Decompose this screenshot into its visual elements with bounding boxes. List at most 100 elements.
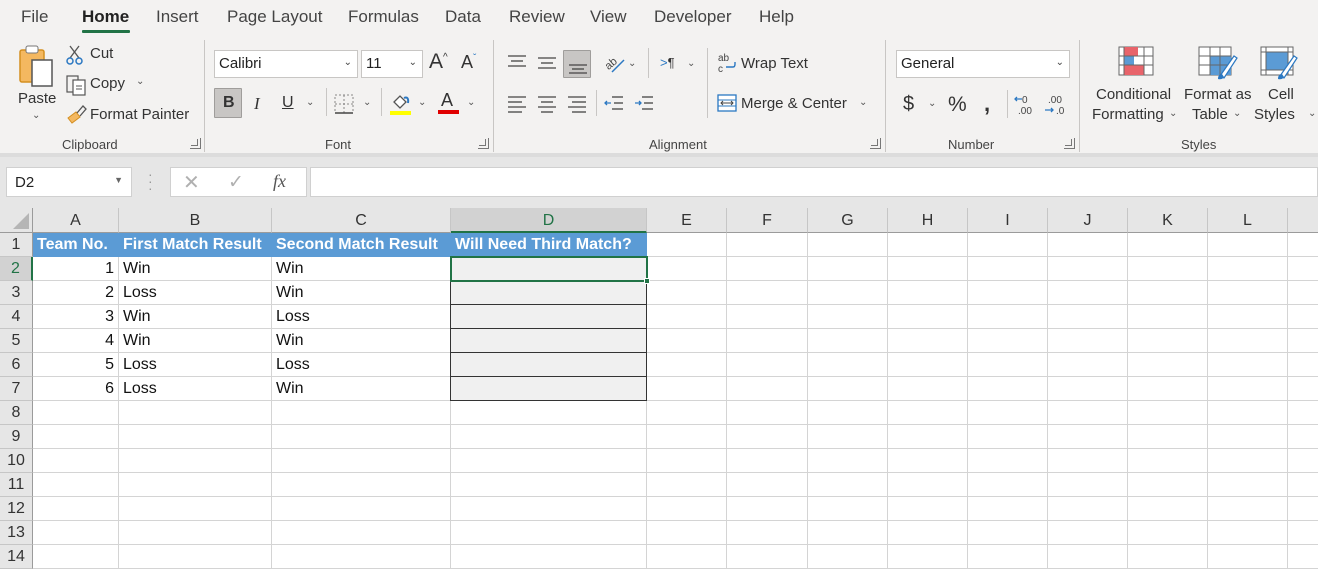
column-header-j[interactable]: J [1048, 208, 1128, 233]
column-header-c[interactable]: C [272, 208, 451, 233]
cell-d5[interactable] [450, 328, 647, 353]
cell-f10[interactable] [727, 449, 808, 473]
column-header-f[interactable]: F [727, 208, 808, 233]
cell-d9[interactable] [451, 425, 647, 449]
cell-d14[interactable] [451, 545, 647, 569]
cell-j3[interactable] [1048, 281, 1128, 305]
cell-m1[interactable] [1288, 233, 1318, 257]
cell-g1[interactable] [808, 233, 888, 257]
cell-f5[interactable] [727, 329, 808, 353]
cell-m5[interactable] [1288, 329, 1318, 353]
cell-k1[interactable] [1128, 233, 1208, 257]
cell-h3[interactable] [888, 281, 968, 305]
cell-d13[interactable] [451, 521, 647, 545]
cell-k4[interactable] [1128, 305, 1208, 329]
cell-b3[interactable]: Loss [119, 281, 272, 305]
cell-m4[interactable] [1288, 305, 1318, 329]
cell-f11[interactable] [727, 473, 808, 497]
middle-align-icon[interactable] [537, 56, 557, 72]
cell-f3[interactable] [727, 281, 808, 305]
cell-i6[interactable] [968, 353, 1048, 377]
tab-developer[interactable]: Developer [654, 7, 732, 27]
cell-e4[interactable] [647, 305, 727, 329]
cell-a5[interactable]: 4 [33, 329, 119, 353]
top-align-icon[interactable] [507, 54, 527, 70]
cell-a11[interactable] [33, 473, 119, 497]
cell-h5[interactable] [888, 329, 968, 353]
row-header-1[interactable]: 1 [0, 233, 33, 257]
table-header-cell[interactable]: First Match Result [119, 233, 272, 257]
cell-j2[interactable] [1048, 257, 1128, 281]
cell-d10[interactable] [451, 449, 647, 473]
cell-m12[interactable] [1288, 497, 1318, 521]
cell-m13[interactable] [1288, 521, 1318, 545]
cell-h1[interactable] [888, 233, 968, 257]
cell-e3[interactable] [647, 281, 727, 305]
cell-h10[interactable] [888, 449, 968, 473]
cell-k11[interactable] [1128, 473, 1208, 497]
cell-f1[interactable] [727, 233, 808, 257]
cell-e2[interactable] [647, 257, 727, 281]
cell-a4[interactable]: 3 [33, 305, 119, 329]
cell-c7[interactable]: Win [272, 377, 451, 401]
cell-d3[interactable] [450, 280, 647, 305]
cell-e11[interactable] [647, 473, 727, 497]
cell-k14[interactable] [1128, 545, 1208, 569]
cell-c13[interactable] [272, 521, 451, 545]
cell-d4[interactable] [450, 304, 647, 329]
cell-g10[interactable] [808, 449, 888, 473]
tab-file[interactable]: File [21, 7, 48, 27]
cell-i10[interactable] [968, 449, 1048, 473]
cell-h6[interactable] [888, 353, 968, 377]
row-header-5[interactable]: 5 [0, 329, 33, 353]
cell-m10[interactable] [1288, 449, 1318, 473]
cell-b8[interactable] [119, 401, 272, 425]
cell-e10[interactable] [647, 449, 727, 473]
fill-color-icon[interactable] [390, 92, 412, 116]
cell-e5[interactable] [647, 329, 727, 353]
cell-j9[interactable] [1048, 425, 1128, 449]
row-header-9[interactable]: 9 [0, 425, 33, 449]
orientation-dropdown-chevron-icon[interactable]: ⌄ [628, 58, 636, 69]
cell-m2[interactable] [1288, 257, 1318, 281]
cell-c12[interactable] [272, 497, 451, 521]
number-format-dropdown[interactable]: General ⌄ [896, 50, 1070, 78]
cut-button[interactable]: Cut [66, 44, 126, 66]
cell-j8[interactable] [1048, 401, 1128, 425]
cell-i8[interactable] [968, 401, 1048, 425]
cell-i11[interactable] [968, 473, 1048, 497]
cell-i2[interactable] [968, 257, 1048, 281]
cell-a7[interactable]: 6 [33, 377, 119, 401]
cell-b9[interactable] [119, 425, 272, 449]
cell-c5[interactable]: Win [272, 329, 451, 353]
cell-g2[interactable] [808, 257, 888, 281]
select-all-button[interactable] [0, 208, 33, 233]
cell-a8[interactable] [33, 401, 119, 425]
cell-l13[interactable] [1208, 521, 1288, 545]
cell-l10[interactable] [1208, 449, 1288, 473]
chevron-down-icon[interactable]: ⌄ [136, 76, 144, 87]
tab-home[interactable]: Home [82, 7, 129, 27]
cell-a13[interactable] [33, 521, 119, 545]
currency-dropdown-chevron-icon[interactable]: ⌄ [928, 98, 936, 109]
cell-b14[interactable] [119, 545, 272, 569]
cell-h8[interactable] [888, 401, 968, 425]
column-header-i[interactable]: I [968, 208, 1048, 233]
text-direction-chevron-icon[interactable]: ⌄ [687, 58, 695, 69]
row-header-6[interactable]: 6 [0, 353, 33, 377]
text-direction-button[interactable]: >¶ [660, 55, 675, 70]
cell-j12[interactable] [1048, 497, 1128, 521]
comma-style-button[interactable]: , [984, 91, 990, 117]
cell-l7[interactable] [1208, 377, 1288, 401]
column-header-h[interactable]: H [888, 208, 968, 233]
row-header-2[interactable]: 2 [0, 257, 33, 281]
orientation-icon[interactable]: ab [604, 52, 626, 74]
cell-g12[interactable] [808, 497, 888, 521]
underline-dropdown-chevron-icon[interactable]: ⌄ [306, 97, 314, 108]
align-left-icon[interactable] [507, 95, 527, 113]
cell-i13[interactable] [968, 521, 1048, 545]
cell-b13[interactable] [119, 521, 272, 545]
cell-f9[interactable] [727, 425, 808, 449]
cell-l8[interactable] [1208, 401, 1288, 425]
cell-h14[interactable] [888, 545, 968, 569]
